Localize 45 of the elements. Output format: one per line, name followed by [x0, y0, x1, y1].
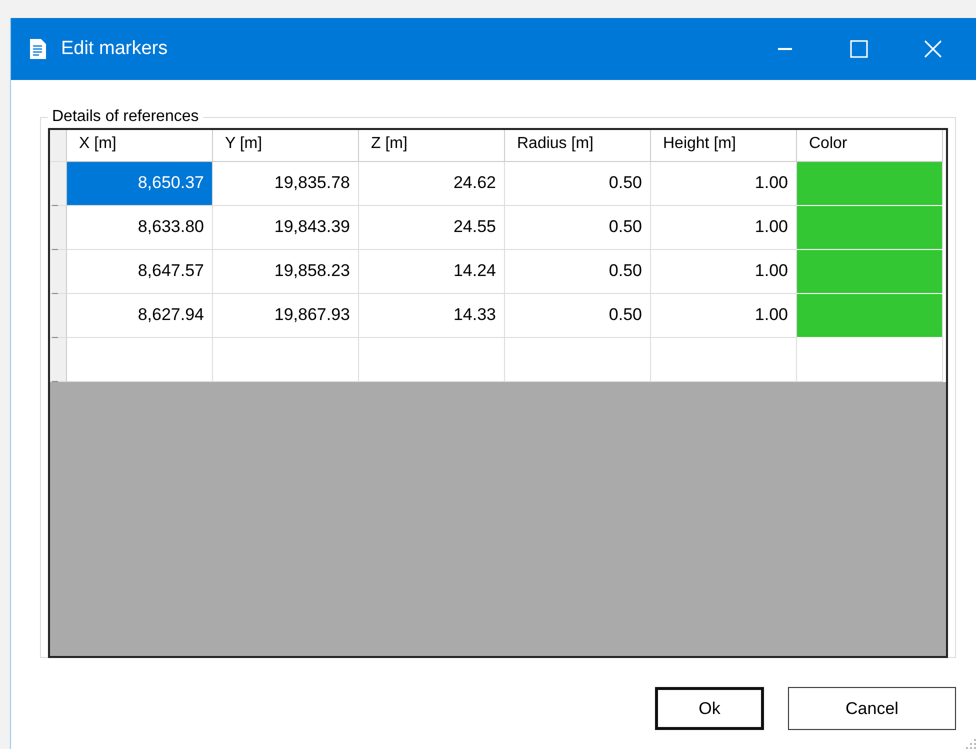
color-cell[interactable] [797, 162, 943, 206]
resize-grip-icon[interactable] [966, 739, 976, 749]
table-cell[interactable]: 1.00 [651, 206, 797, 250]
row-header[interactable] [50, 250, 67, 294]
table-cell[interactable]: 1.00 [651, 250, 797, 294]
table-cell[interactable]: 24.55 [359, 206, 505, 250]
table-cell[interactable]: 24.62 [359, 162, 505, 206]
color-cell[interactable] [797, 294, 943, 338]
table-cell[interactable]: 0.50 [505, 162, 651, 206]
row-header [50, 130, 67, 162]
table-cell[interactable]: 19,835.78 [213, 162, 359, 206]
row-header[interactable] [50, 162, 67, 206]
column-header[interactable]: Radius [m] [505, 130, 651, 162]
table-cell[interactable]: 0.50 [505, 206, 651, 250]
row-header[interactable] [50, 206, 67, 250]
table-cell[interactable]: 19,858.23 [213, 250, 359, 294]
dialog-button[interactable]: Ok [655, 687, 764, 730]
column-header[interactable]: Height [m] [651, 130, 797, 162]
maximize-icon [850, 40, 868, 58]
table-cell[interactable]: 8,647.57 [67, 250, 213, 294]
table-cell[interactable]: 19,843.39 [213, 206, 359, 250]
table-cell[interactable]: 1.00 [651, 294, 797, 338]
column-header[interactable]: Z [m] [359, 130, 505, 162]
close-icon [924, 40, 942, 58]
group-title: Details of references [51, 108, 200, 126]
color-cell[interactable] [797, 206, 943, 250]
table-cell[interactable]: 14.33 [359, 294, 505, 338]
minimize-icon [777, 48, 793, 50]
row-header[interactable] [50, 294, 67, 338]
column-header[interactable]: Y [m] [213, 130, 359, 162]
table-cell[interactable]: 14.24 [359, 250, 505, 294]
table-cell[interactable]: 1.00 [651, 162, 797, 206]
column-header[interactable]: X [m] [67, 130, 213, 162]
table-cell[interactable]: 0.50 [505, 250, 651, 294]
table-cell[interactable]: 0.50 [505, 294, 651, 338]
table-cell[interactable]: 8,650.37 [67, 162, 213, 206]
dialog-button[interactable]: Cancel [788, 687, 956, 730]
row-header[interactable] [50, 338, 67, 382]
table-cell[interactable]: 8,633.80 [67, 206, 213, 250]
color-cell[interactable] [797, 250, 943, 294]
column-header[interactable]: Color [797, 130, 943, 162]
table-cell[interactable]: 19,867.93 [213, 294, 359, 338]
table-cell[interactable]: 8,627.94 [67, 294, 213, 338]
window-title: Edit markers [61, 38, 168, 60]
document-icon [29, 38, 47, 60]
